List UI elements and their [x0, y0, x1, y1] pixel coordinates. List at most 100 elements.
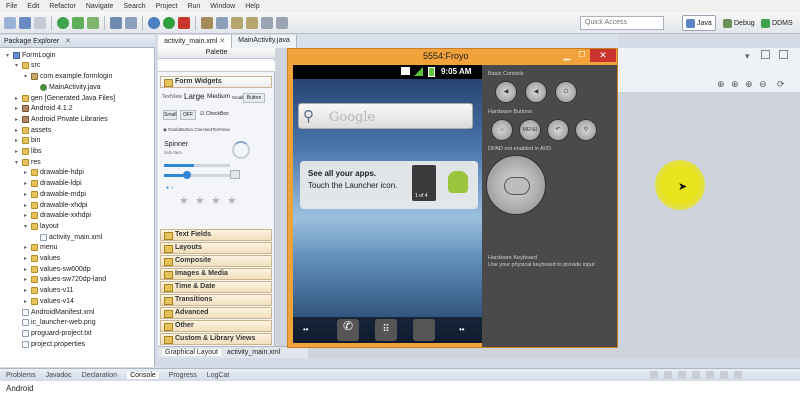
tree-item[interactable]: ▸ drawable-mdpi: [22, 189, 86, 200]
tree-item[interactable]: ▸ assets: [13, 125, 51, 136]
tab-progress[interactable]: Progress: [169, 372, 197, 379]
medium-text-sample[interactable]: Medium: [207, 93, 230, 100]
palette-category-images-media[interactable]: Images & Media: [160, 268, 272, 280]
tab-javadoc[interactable]: Javadoc: [46, 372, 72, 379]
tree-item[interactable]: ▾ com.example.formlogin: [22, 71, 112, 82]
search-icon[interactable]: [216, 16, 228, 29]
device-screen[interactable]: 9:05 AM ⚲ Google See all your apps. Touc…: [293, 65, 482, 343]
collapse-arrow-icon[interactable]: ▸: [22, 244, 29, 251]
browser-icon[interactable]: [413, 319, 435, 341]
tree-item[interactable]: AndroidManifest.xml: [13, 307, 94, 318]
menu-help[interactable]: Help: [245, 3, 259, 10]
maximize-icon[interactable]: [761, 50, 770, 59]
scroll-lock-icon[interactable]: [664, 371, 672, 379]
palette-category-advanced[interactable]: Advanced: [160, 307, 272, 319]
menu-refactor[interactable]: Refactor: [49, 3, 75, 10]
large-text-sample[interactable]: Large: [184, 92, 204, 101]
menu-search[interactable]: Search: [123, 3, 145, 10]
forward-icon[interactable]: [276, 16, 288, 29]
tree-item[interactable]: ▸ menu: [22, 243, 58, 254]
expand-arrow-icon[interactable]: ▾: [13, 159, 20, 166]
checkbox-widget[interactable]: ☑ CheckBox: [200, 111, 229, 117]
collapse-arrow-icon[interactable]: ▸: [22, 298, 29, 305]
collapse-arrow-icon[interactable]: ▸: [22, 276, 29, 283]
menu-edit[interactable]: Edit: [27, 3, 39, 10]
palette-category-layouts[interactable]: Layouts: [160, 242, 272, 254]
tree-item[interactable]: ▸ values-sw600dp: [22, 264, 91, 275]
dpad-center[interactable]: [504, 177, 530, 195]
tree-item[interactable]: proguard-project.txt: [13, 328, 92, 339]
run-icon[interactable]: [163, 16, 175, 29]
collapse-arrow-icon[interactable]: ▸: [22, 212, 29, 219]
tree-item[interactable]: ▾ layout: [22, 221, 59, 232]
palette-header[interactable]: Palette: [158, 48, 275, 59]
collapse-arrow-icon[interactable]: ▸: [13, 137, 20, 144]
palette-category-time-date[interactable]: Time & Date: [160, 281, 272, 293]
volume-down-icon[interactable]: ◀: [495, 81, 517, 103]
collapse-arrow-icon[interactable]: ▸: [22, 191, 29, 198]
prev-annotation-icon[interactable]: [246, 16, 258, 29]
collapse-arrow-icon[interactable]: ▸: [22, 266, 29, 273]
menu-window[interactable]: Window: [210, 3, 235, 10]
expand-arrow-icon[interactable]: ▾: [13, 62, 20, 69]
tree-item[interactable]: MainActivity.java: [31, 82, 101, 93]
collapse-arrow-icon[interactable]: ▸: [13, 148, 20, 155]
menu-project[interactable]: Project: [156, 3, 178, 10]
refresh-icon[interactable]: ⟳: [777, 79, 785, 90]
tree-item[interactable]: project.properties: [13, 339, 85, 350]
next-annotation-icon[interactable]: [231, 16, 243, 29]
zoom-out-icon[interactable]: ⊖: [759, 79, 767, 90]
tree-item[interactable]: ▸ libs: [13, 146, 42, 157]
collapse-arrow-icon[interactable]: ▸: [22, 180, 29, 187]
overflow-icon[interactable]: ▾: [745, 51, 750, 62]
star-empty-icon[interactable]: ★: [211, 194, 221, 207]
star-empty-icon[interactable]: ★: [195, 194, 205, 207]
tab-activity-main-xml[interactable]: activity_main.xml ✕: [158, 35, 233, 48]
close-icon[interactable]: ✕: [590, 49, 616, 62]
tab-xml-source[interactable]: activity_main.xml: [227, 349, 280, 356]
palette-category-text-fields[interactable]: Text Fields: [160, 229, 272, 241]
palette-category-transitions[interactable]: Transitions: [160, 294, 272, 306]
print-icon[interactable]: [34, 16, 46, 29]
tree-item[interactable]: ▸ drawable-ldpi: [22, 178, 82, 189]
open-console-icon[interactable]: [706, 371, 714, 379]
small-button-widget[interactable]: Small: [163, 110, 177, 120]
maximize-icon[interactable]: [734, 371, 742, 379]
seekbar-widget[interactable]: [164, 174, 234, 177]
seekbar-thumb[interactable]: [183, 171, 191, 179]
emulator-title-bar[interactable]: 5554:Froyo ▁ ☐ ✕: [288, 49, 617, 65]
tab-logcat[interactable]: LogCat: [207, 372, 230, 379]
tree-item[interactable]: ▸ values-v14: [22, 296, 74, 307]
menu-file[interactable]: File: [6, 3, 17, 10]
small-text-sample[interactable]: Small: [232, 95, 243, 100]
volume-up-icon[interactable]: ◀: [525, 81, 547, 103]
palette-category-custom-library[interactable]: Custom & Library Views: [160, 333, 272, 345]
clear-console-icon[interactable]: [650, 371, 658, 379]
tree-item[interactable]: activity_main.xml: [31, 232, 102, 243]
tree-item[interactable]: ▸ values: [22, 253, 60, 264]
debug-icon[interactable]: [148, 16, 160, 29]
launcher-icon[interactable]: ⠿: [375, 319, 397, 341]
tree-item[interactable]: ▸ Android Private Libraries: [13, 114, 108, 125]
lint-icon[interactable]: [87, 16, 99, 29]
radio-button-widget[interactable]: ◉ RadioButton CheckedTextView: [163, 127, 230, 133]
collapse-arrow-icon[interactable]: ▸: [22, 202, 29, 209]
display-console-icon[interactable]: [692, 371, 700, 379]
palette-category-composite[interactable]: Composite: [160, 255, 272, 267]
zoom-real-icon[interactable]: ⊕: [731, 79, 739, 90]
expand-arrow-icon[interactable]: ▾: [4, 52, 11, 59]
star-empty-icon[interactable]: ★: [179, 194, 189, 207]
maximize-icon[interactable]: ☐: [575, 50, 589, 61]
collapse-arrow-icon[interactable]: ▸: [22, 287, 29, 294]
collapse-arrow-icon[interactable]: ▸: [22, 169, 29, 176]
tab-console[interactable]: Console: [127, 371, 159, 379]
search-icon[interactable]: ⚲: [575, 119, 597, 141]
menu-button[interactable]: MENU: [519, 119, 541, 141]
collapse-arrow-icon[interactable]: ▸: [13, 116, 20, 123]
palette-category-other[interactable]: Other: [160, 320, 272, 332]
tree-item[interactable]: ▾ res: [13, 157, 41, 168]
minimize-icon[interactable]: ▁: [560, 50, 574, 61]
tab-main-activity-java[interactable]: MainActivity.java: [232, 35, 297, 48]
google-search-widget[interactable]: ⚲ Google: [298, 103, 473, 129]
tab-graphical-layout[interactable]: Graphical Layout: [162, 349, 221, 356]
